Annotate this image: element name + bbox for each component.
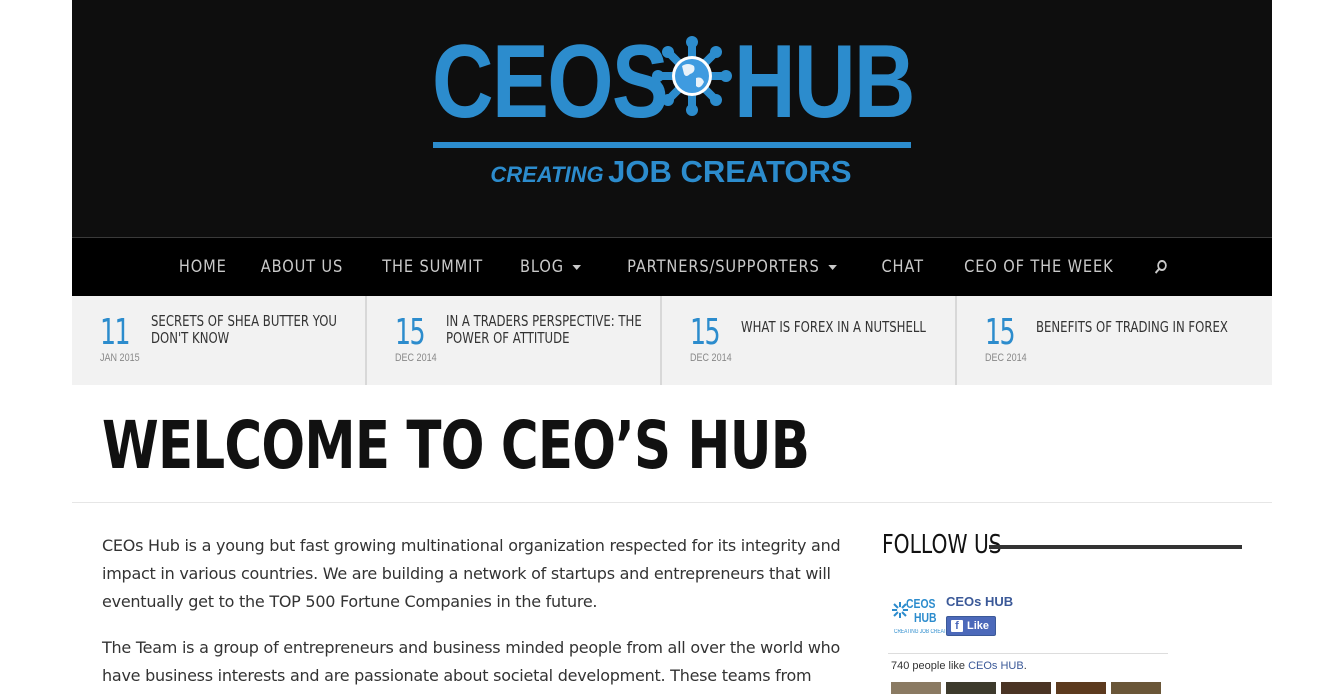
caret-down-icon — [828, 264, 838, 270]
nav-item-label: CEO OF THE WEEK — [963, 257, 1114, 277]
logo-word-hub: HUB — [734, 24, 915, 140]
nav-item-blog[interactable]: BLOG — [520, 257, 582, 277]
ticker-day: 15 — [985, 312, 1016, 353]
ticker-day: 15 — [690, 312, 721, 353]
fb-faces-row — [891, 682, 1161, 694]
ticker-item[interactable]: 11 JAN 2015 SECRETS OF SHEA BUTTER YOU D… — [72, 296, 367, 385]
globe-snowflake-icon — [652, 36, 732, 116]
page-wrapper: CEOS HUB CREATING JOB CREATORS HOME ABOU… — [72, 0, 1272, 694]
widget-title: FOLLOW US — [882, 530, 1002, 560]
sidebar: FOLLOW US CEOS HUB CREATING JOB CREATORS… — [882, 530, 1242, 694]
ticker-item[interactable]: 15 DEC 2014 BENEFITS OF TRADING IN FOREX — [957, 296, 1252, 385]
tagline-job-creators: JOB CREATORS — [608, 154, 852, 189]
fb-like-count: 740 people like CEOs HUB. — [891, 660, 1027, 672]
fb-page-name[interactable]: CEOs HUB — [946, 594, 1013, 609]
nav-item-home[interactable]: HOME — [178, 257, 226, 277]
fb-face-avatar[interactable] — [1056, 682, 1106, 694]
nav-item-label: ABOUT US — [260, 257, 344, 277]
site-header: CEOS HUB CREATING JOB CREATORS — [72, 0, 1272, 237]
fb-face-avatar[interactable] — [891, 682, 941, 694]
fb-count-link[interactable]: CEOs HUB — [968, 660, 1024, 672]
nav-item-label: PARTNERS/SUPPORTERS — [627, 257, 821, 277]
main-nav: HOME ABOUT US THE SUMMIT BLOG PARTNERS/S… — [72, 237, 1272, 296]
fb-count-suffix: . — [1023, 660, 1027, 672]
ticker-month: DEC 2014 — [395, 352, 437, 364]
fb-logo-line1: CEOS — [906, 596, 936, 611]
content-paragraph: The Team is a group of entrepreneurs and… — [102, 638, 841, 685]
ticker-month: DEC 2014 — [985, 352, 1027, 364]
nav-item-label: THE SUMMIT — [382, 257, 484, 277]
nav-item-ceo-of-the-week[interactable]: CEO OF THE WEEK — [964, 257, 1113, 277]
fb-divider — [888, 653, 1168, 654]
nav-item-chat[interactable]: CHAT — [882, 257, 924, 277]
ticker-month: DEC 2014 — [690, 352, 732, 364]
nav-item-label: BLOG — [520, 257, 565, 277]
site-logo[interactable]: CEOS HUB CREATING JOB CREATORS — [432, 24, 915, 200]
ticker-day: 11 — [100, 312, 131, 353]
search-icon[interactable] — [1154, 259, 1168, 275]
fb-count-text: 740 people like — [891, 660, 966, 672]
nav-item-about-us[interactable]: ABOUT US — [261, 257, 343, 277]
page-title: WELCOME TO CEO’S HUB — [102, 407, 810, 484]
caret-down-icon — [572, 264, 582, 270]
ticker-month: JAN 2015 — [100, 352, 140, 364]
ticker-item[interactable]: 15 DEC 2014 WHAT IS FOREX IN A NUTSHELL — [662, 296, 957, 385]
ticker-title[interactable]: WHAT IS FOREX IN A NUTSHELL — [741, 319, 959, 336]
fb-face-avatar[interactable] — [946, 682, 996, 694]
ticker-title[interactable]: SECRETS OF SHEA BUTTER YOU DON'T KNOW — [151, 313, 362, 347]
title-divider — [72, 502, 1272, 503]
fb-face-avatar[interactable] — [1001, 682, 1051, 694]
main-content: CEOs Hub is a young but fast growing mul… — [102, 532, 847, 694]
logo-word-ceos: CEOS — [432, 24, 669, 140]
fb-page-avatar[interactable]: CEOS HUB CREATING JOB CREATORS — [892, 596, 957, 642]
fb-like-button[interactable]: f Like — [946, 616, 997, 636]
nav-item-the-summit[interactable]: THE SUMMIT — [382, 257, 483, 277]
nav-search[interactable] — [1151, 259, 1168, 275]
ticker-item[interactable]: 15 DEC 2014 IN A TRADERS PERSPECTIVE: TH… — [367, 296, 662, 385]
nav-item-partners-supporters[interactable]: PARTNERS/SUPPORTERS — [627, 257, 838, 277]
fb-like-label: Like — [967, 620, 990, 632]
heading-rule — [989, 545, 1242, 549]
ticker-title[interactable]: IN A TRADERS PERSPECTIVE: THE POWER OF A… — [446, 313, 672, 347]
fb-logo-line2: HUB — [914, 610, 937, 625]
ticker-title[interactable]: BENEFITS OF TRADING IN FOREX — [1036, 319, 1254, 336]
logo-tagline: CREATING JOB CREATORS — [432, 154, 910, 190]
content-paragraph: CEOs Hub is a young but fast growing mul… — [102, 536, 841, 611]
nav-item-label: HOME — [178, 257, 227, 277]
logo-underline — [433, 142, 911, 148]
facebook-icon: f — [951, 620, 963, 632]
ticker-day: 15 — [395, 312, 426, 353]
tagline-creating: CREATING — [490, 162, 604, 187]
nav-item-label: CHAT — [881, 257, 925, 277]
fb-face-avatar[interactable] — [1111, 682, 1161, 694]
follow-us-heading: FOLLOW US — [882, 530, 1242, 562]
recent-posts-ticker: 11 JAN 2015 SECRETS OF SHEA BUTTER YOU D… — [72, 296, 1272, 385]
